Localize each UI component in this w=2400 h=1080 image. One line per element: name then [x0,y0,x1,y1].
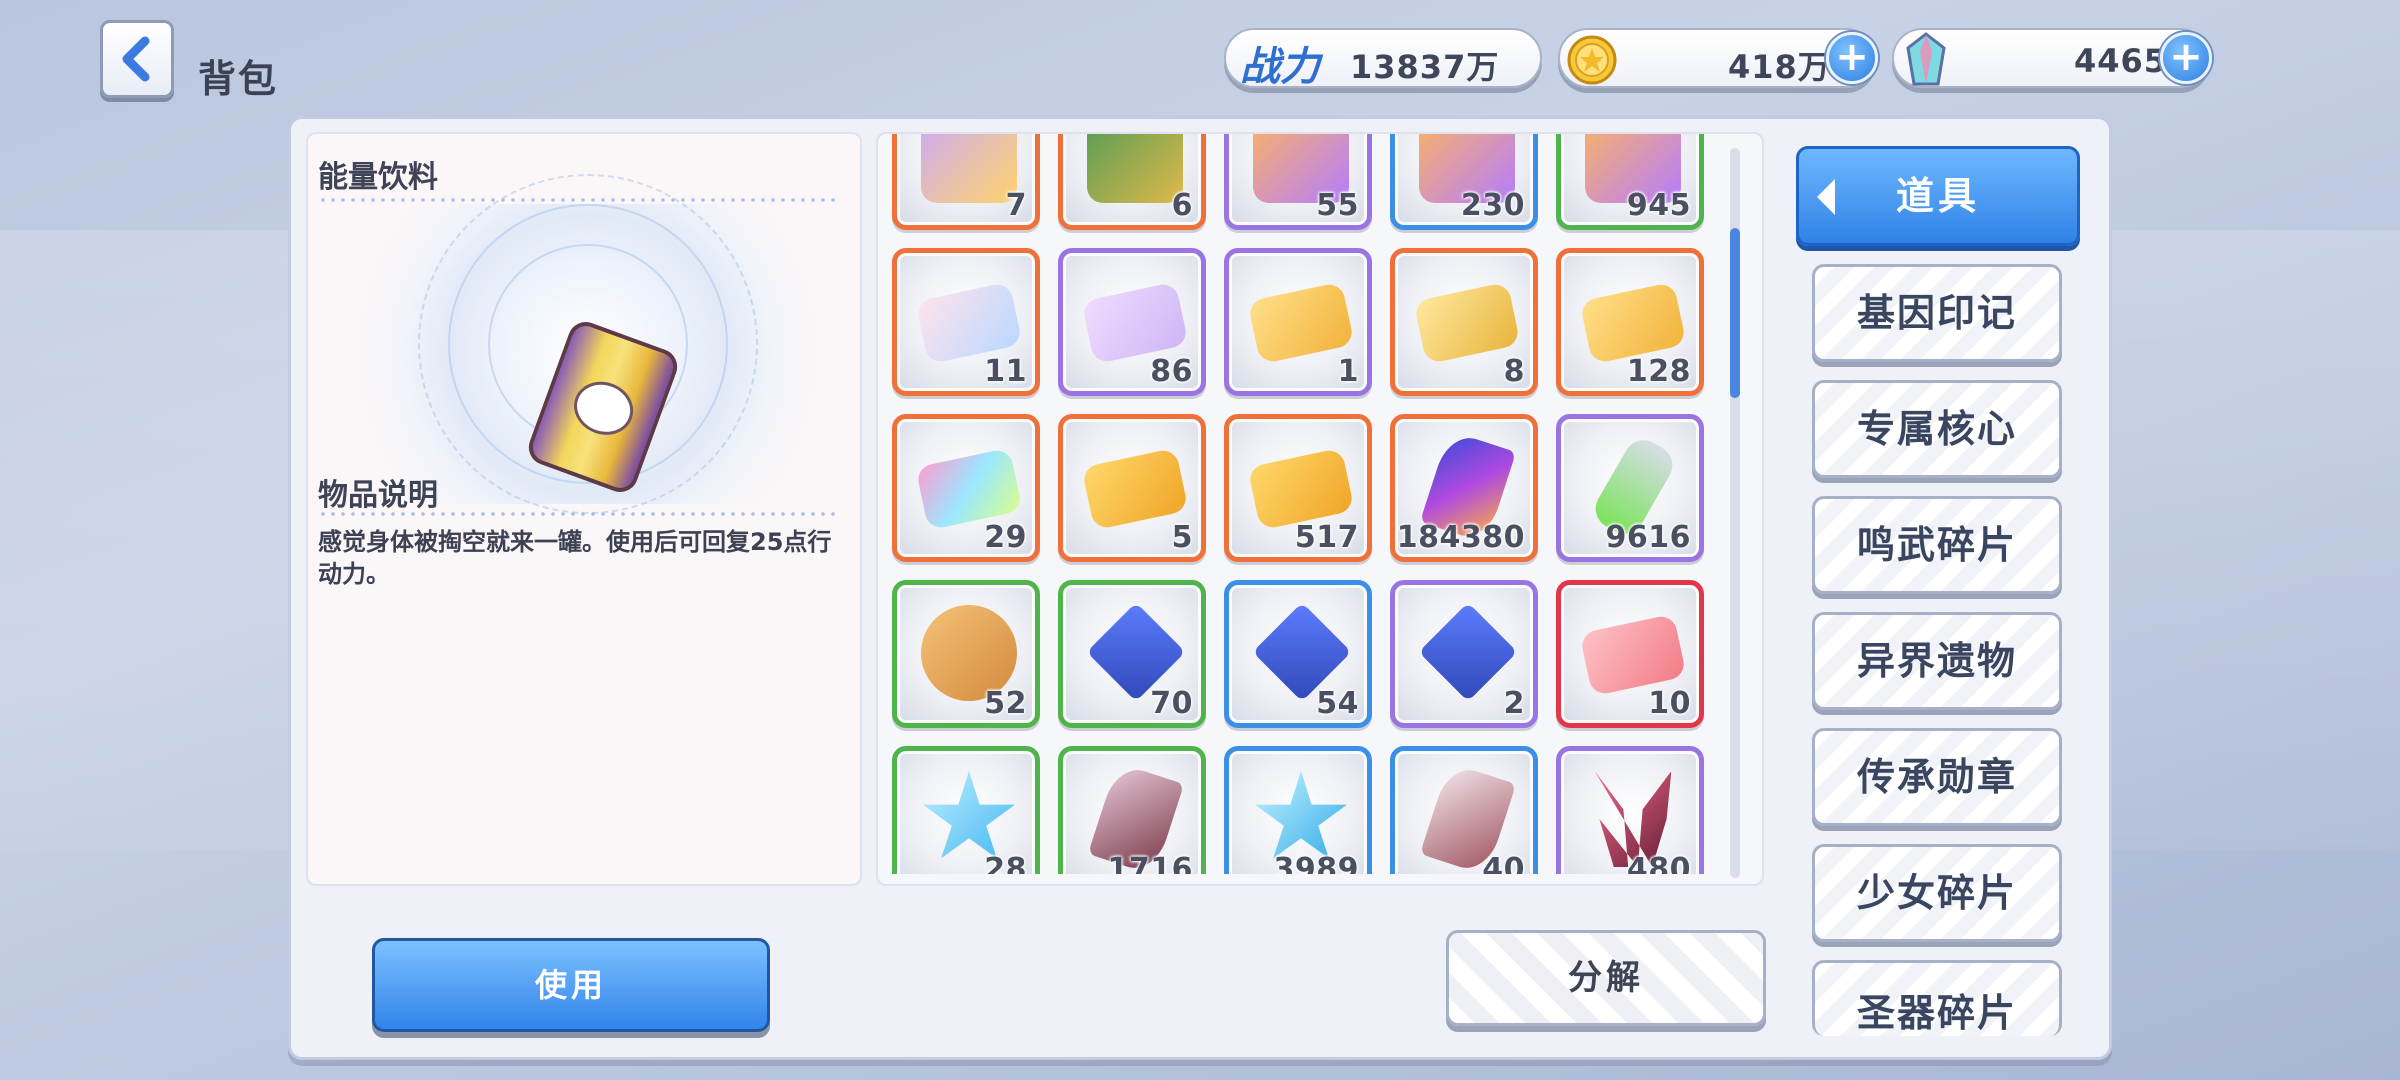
tab-items[interactable]: 道具 [1796,146,2080,246]
item-count: 1 [1337,354,1359,389]
item-count: 8 [1503,354,1525,389]
plus-icon: + [2169,34,2203,80]
tab-girl-fragment[interactable]: 少女碎片 [1812,844,2062,942]
item-count: 2 [1503,686,1525,721]
item-count: 54 [1316,686,1359,721]
plus-icon: + [1835,34,1869,80]
item-count: 7 [1005,188,1027,223]
item-count: 945 [1626,188,1691,223]
goblet-icon [921,134,1017,203]
inventory-item[interactable]: 480 [1556,746,1704,874]
back-button[interactable] [100,20,174,98]
inventory-item[interactable]: 5 [1058,414,1206,562]
gem-icon [1906,32,1946,86]
inventory-item[interactable]: 52 [892,580,1040,728]
card-icon [1579,613,1687,697]
inventory-item[interactable]: 86 [1058,248,1206,396]
item-count: 86 [1150,354,1193,389]
item-count: 6 [1171,188,1193,223]
item-count: 480 [1626,852,1691,874]
inventory-item[interactable]: 29 [892,414,1040,562]
inventory-item[interactable]: 3989 [1224,746,1372,874]
item-count: 29 [984,520,1027,555]
inventory-item[interactable]: 2 [1390,580,1538,728]
smile-ticket-icon [1081,281,1189,365]
cauldron-icon [1087,134,1183,203]
dna-card-icon [1579,281,1687,365]
power-value: 13837万 [1350,48,1500,86]
inventory-item[interactable]: 230 [1390,134,1538,230]
chevron-left-icon [122,36,150,82]
item-count: 10 [1648,686,1691,721]
tab-exclusive-core[interactable]: 专属核心 [1812,380,2062,478]
inventory-item[interactable]: 55 [1224,134,1372,230]
scroll-thumb[interactable] [1730,228,1740,398]
inventory-item[interactable]: 70 [1058,580,1206,728]
inventory-item[interactable]: 54 [1224,580,1372,728]
item-count: 1716 [1107,852,1193,874]
inventory-item[interactable]: 7 [892,134,1040,230]
item-count: 55 [1316,188,1359,223]
item-grid-pane[interactable]: 7 6 55 230 945 11 86 1 8 128 29 5 517 184380 9616 52 70 5… [876,132,1764,886]
inventory-item[interactable]: 128 [1556,248,1704,396]
grid-scrollbar[interactable] [1730,148,1740,878]
tab-artifact-fragment[interactable]: 圣器碎片 [1812,960,2062,1036]
item-count: 517 [1294,520,1359,555]
item-count: 9616 [1605,520,1691,555]
inventory-item[interactable]: 11 [892,248,1040,396]
inventory-item[interactable]: 945 [1556,134,1704,230]
inventory-item[interactable]: 6 [1058,134,1206,230]
inventory-item[interactable]: 10 [1556,580,1704,728]
item-count: 28 [984,852,1027,874]
divider [318,512,838,516]
gold-display: 418万 + [1558,28,1878,88]
gold-value: 418万 [1728,48,1831,86]
inventory-item[interactable]: 9616 [1556,414,1704,562]
power-display: 战力 13837万 [1224,28,1542,90]
item-count: 11 [984,354,1027,389]
use-button[interactable]: 使用 [372,938,770,1032]
gem-value: 4465 [2074,42,2168,80]
inventory-item[interactable]: 517 [1224,414,1372,562]
page-title: 背包 [198,57,279,101]
inventory-item[interactable]: 1 [1224,248,1372,396]
add-gem-button[interactable]: + [2160,32,2212,84]
tab-relic[interactable]: 异界遗物 [1812,612,2062,710]
item-count: 40 [1482,852,1525,874]
inventory-item[interactable]: 40 [1390,746,1538,874]
outfit-ticket-icon [915,281,1023,365]
gem-display: 4465 + [1892,28,2212,88]
item-count: 230 [1460,188,1525,223]
item-grid: 7 6 55 230 945 11 86 1 8 128 29 5 517 184380 9616 52 70 5… [878,134,1738,874]
tab-items-label: 道具 [1895,174,1980,218]
inventory-item[interactable]: 1716 [1058,746,1206,874]
item-count: 52 [984,686,1027,721]
inventory-item[interactable]: 28 [892,746,1040,874]
add-gold-button[interactable]: + [1826,32,1878,84]
power-label: 战力 [1240,44,1320,90]
decompose-button[interactable]: 分解 [1446,930,1766,1026]
inventory-item[interactable]: 8 [1390,248,1538,396]
item-description: 感觉身体被掏空就来一罐。使用后可回复25点行动力。 [318,528,832,588]
item-detail-pane: 能量饮料 物品说明 感觉身体被掏空就来一罐。使用后可回复25点行动力。 [306,132,862,886]
item-preview [318,174,858,514]
triangle-left-icon [1817,179,1835,215]
item-count: 128 [1626,354,1691,389]
tab-weapon-fragment[interactable]: 鸣武碎片 [1812,496,2062,594]
item-count: 3989 [1273,852,1359,874]
inventory-item[interactable]: 184380 [1390,414,1538,562]
description-heading: 物品说明 [318,478,438,513]
sword-card-icon [1247,447,1355,531]
item-count: 184380 [1396,520,1525,555]
gold-card-icon [1413,281,1521,365]
gold-coin-icon [1567,35,1617,85]
item-count: 70 [1150,686,1193,721]
tab-gene-imprint[interactable]: 基因印记 [1812,264,2062,362]
rainbow-ticket-icon [915,447,1023,531]
sword-card-icon [1081,447,1189,531]
dna-card-icon [1247,281,1355,365]
tab-medal[interactable]: 传承勋章 [1812,728,2062,826]
item-name: 能量饮料 [318,160,438,195]
item-count: 5 [1171,520,1193,555]
